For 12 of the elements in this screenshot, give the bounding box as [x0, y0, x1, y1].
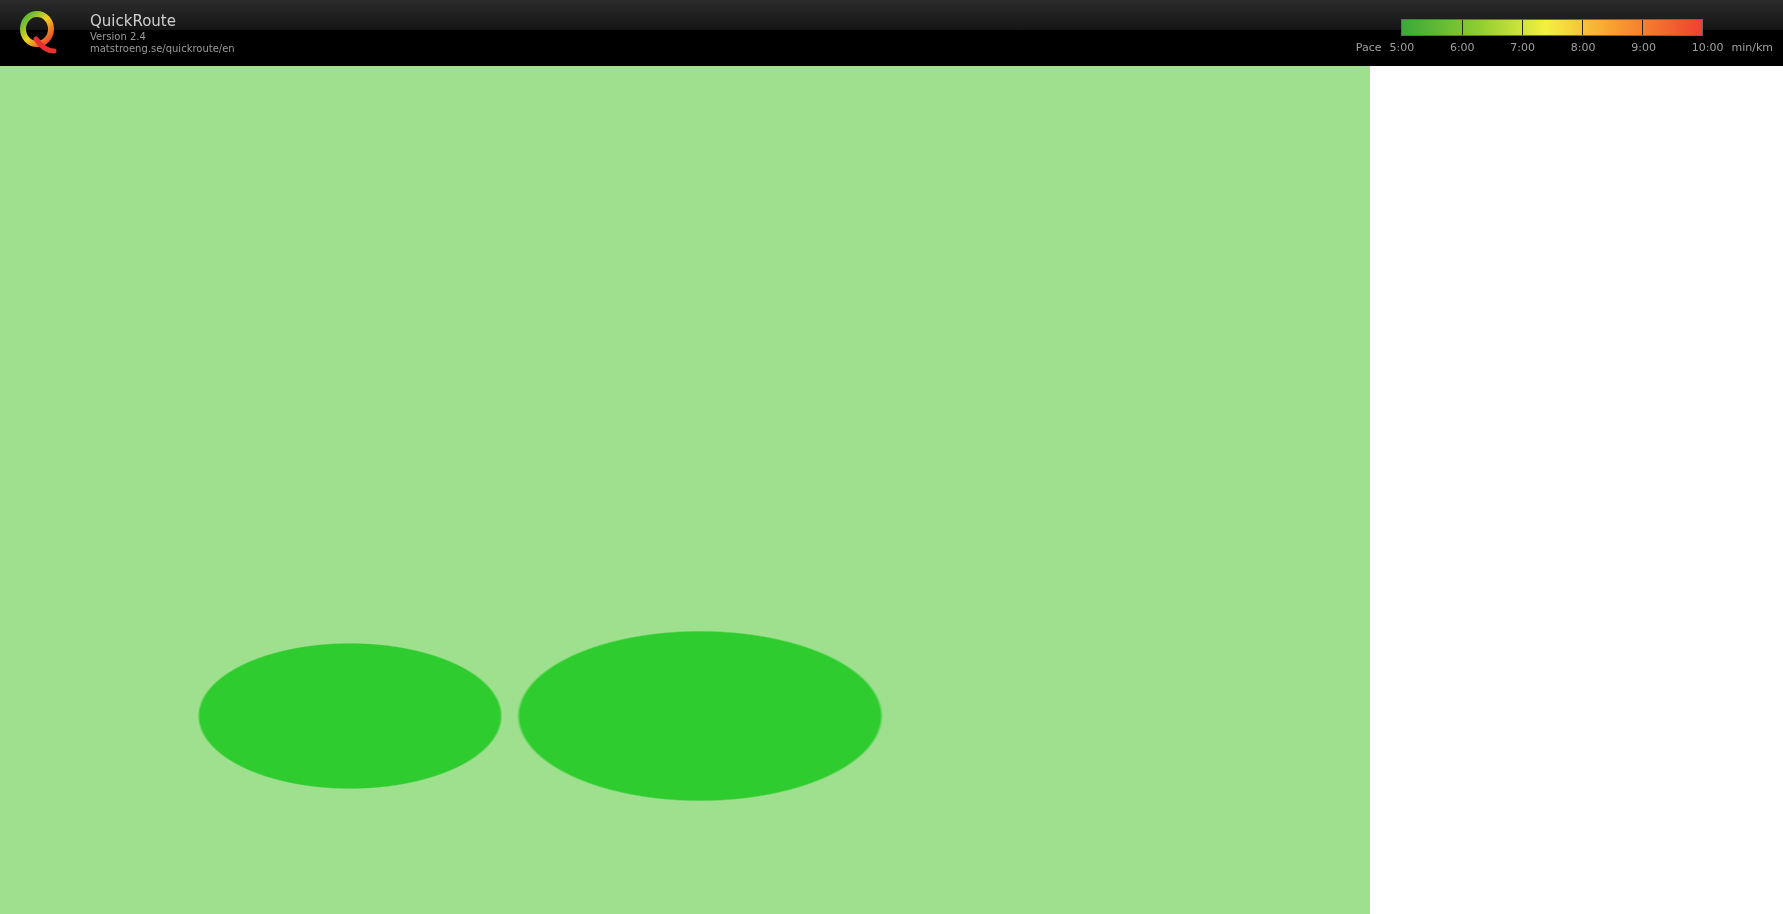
- logo-icon: [18, 11, 58, 55]
- pace-tick-label: 7:00: [1510, 41, 1536, 54]
- app-title: QuickRoute: [90, 11, 177, 31]
- pace-tick-label: 10:00: [1691, 41, 1724, 54]
- pace-tick-label: 8:00: [1570, 41, 1596, 54]
- pace-tick-label: 6:00: [1449, 41, 1475, 54]
- pace-unit: min/km: [1731, 41, 1773, 54]
- pace-tick-label: 5:00: [1389, 41, 1415, 54]
- pace-tick-label: 9:00: [1631, 41, 1656, 54]
- pace-label: Pace: [1355, 41, 1382, 54]
- website-url: matstroeng.se/quickroute/en: [90, 43, 235, 55]
- version-text: Version 2.4: [90, 31, 147, 43]
